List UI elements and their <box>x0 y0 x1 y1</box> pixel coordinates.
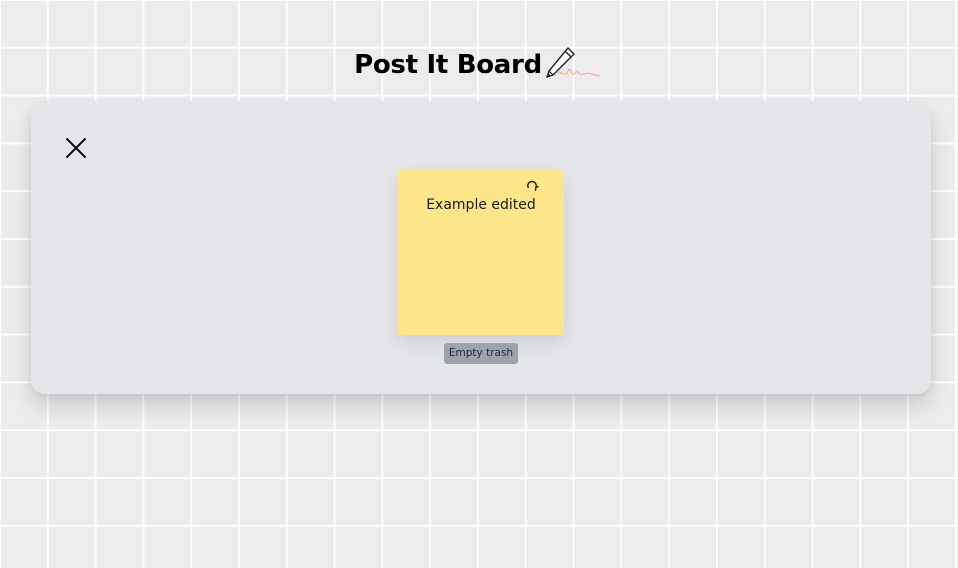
restore-icon[interactable] <box>525 178 539 192</box>
trashed-note[interactable]: Example edited <box>398 170 564 335</box>
restore-button[interactable] <box>525 178 539 192</box>
board-header: Post It Board <box>0 40 958 90</box>
trash-panel: Example edited Empty trash <box>31 101 931 394</box>
close-icon[interactable] <box>64 136 88 160</box>
pencil-icon <box>546 47 600 78</box>
page-title: Post It Board <box>354 50 542 80</box>
empty-trash-button[interactable]: Empty trash <box>444 343 518 364</box>
close-button[interactable] <box>61 133 91 163</box>
note-text: Example edited <box>426 197 536 213</box>
